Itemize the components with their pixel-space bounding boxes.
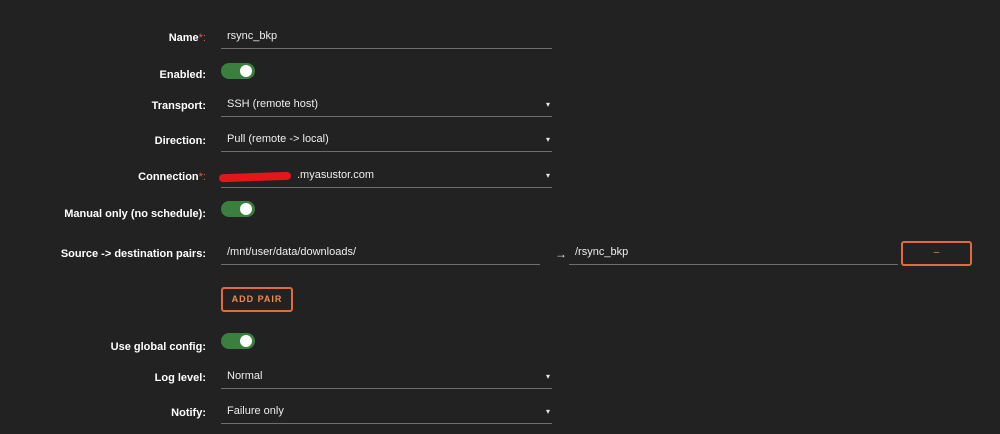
log-level-label: Log level: [154,372,206,384]
caret-down-icon: ▾ [545,135,550,144]
caret-down-icon: ▾ [545,100,550,109]
required-mark: *: [198,171,206,183]
add-pair-button[interactable]: ADD PAIR [221,287,293,312]
notify-select[interactable]: Failure only ▾ [221,402,552,424]
direction-value: Pull (remote -> local) [227,133,329,145]
destination-path-value: /rsync_bkp [575,246,629,258]
toggle-knob [240,203,252,215]
arrow-right-icon: → [555,247,567,261]
toggle-knob [240,335,252,347]
name-value: rsync_bkp [227,30,278,42]
log-level-select[interactable]: Normal ▾ [221,367,552,389]
log-level-value: Normal [227,370,263,382]
caret-down-icon: ▾ [545,171,550,180]
manual-only-toggle[interactable] [221,201,255,217]
notify-value: Failure only [227,405,284,417]
required-mark: *: [198,32,206,44]
notify-label: Notify: [171,407,206,419]
transport-label: Transport: [151,100,206,112]
name-label: Name*: [169,31,206,45]
connection-value: .myasustor.com [297,169,375,181]
pairs-label: Source -> destination pairs: [60,248,206,260]
destination-path-input[interactable]: /rsync_bkp [569,243,898,265]
name-input[interactable]: rsync_bkp [221,27,552,49]
enabled-toggle[interactable] [221,63,255,79]
toggle-knob [240,65,252,77]
transport-value: SSH (remote host) [227,98,319,110]
source-path-input[interactable]: /mnt/user/data/downloads/ [221,243,540,265]
source-path-value: /mnt/user/data/downloads/ [227,246,357,258]
use-global-config-toggle[interactable] [221,333,255,349]
connection-label-text: Connection [138,171,199,183]
caret-down-icon: ▾ [545,407,550,416]
connection-label: Connection*: [138,170,206,184]
use-global-config-label: Use global config: [110,341,206,353]
manual-only-label: Manual only (no schedule): [64,208,206,220]
direction-label: Direction: [154,135,206,147]
remove-pair-button[interactable]: – [901,241,972,266]
enabled-label: Enabled: [159,69,206,81]
direction-select[interactable]: Pull (remote -> local) ▾ [221,130,552,152]
transport-select[interactable]: SSH (remote host) ▾ [221,95,552,117]
name-label-text: Name [168,32,199,44]
caret-down-icon: ▾ [545,372,550,381]
